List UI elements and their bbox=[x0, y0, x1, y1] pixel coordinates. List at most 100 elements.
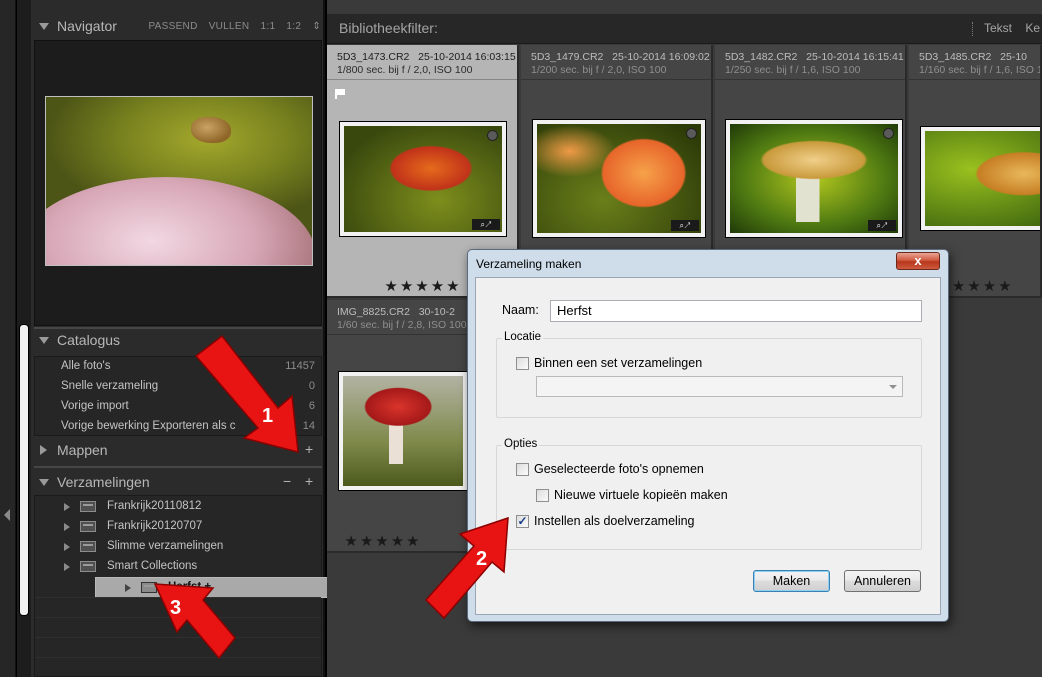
left-panel-scrollbar[interactable] bbox=[17, 0, 31, 677]
cell-filename-date: 5D3_1473.CR2 25-10-2014 16:03:15 bbox=[337, 51, 516, 63]
cancel-button[interactable]: Annuleren bbox=[844, 570, 921, 592]
filter-attribute-label: Ke bbox=[1025, 21, 1041, 35]
cell-exif: 1/250 sec. bij f / 1,6, ISO 100 bbox=[725, 64, 861, 76]
panel-divider bbox=[34, 466, 322, 468]
cell-filename-date: 5D3_1479.CR2 25-10-2014 16:09:02 bbox=[531, 51, 710, 63]
collection-name-input[interactable]: Herfst bbox=[550, 300, 922, 322]
navigator-preview-area bbox=[34, 40, 322, 326]
zoom-menu-icon[interactable]: ⇕ bbox=[312, 21, 321, 32]
library-filter-bar: Bibliotheekfilter: Tekst Ke bbox=[327, 14, 1042, 44]
remove-collection-minus-icon[interactable]: − bbox=[283, 473, 291, 489]
keyword-badge-icon: ⌕↗ bbox=[868, 220, 896, 231]
quick-collection-circle-icon[interactable] bbox=[487, 130, 498, 141]
expand-triangle-icon[interactable] bbox=[64, 523, 70, 531]
include-selected-label: Geselecteerde foto's opnemen bbox=[534, 462, 704, 476]
dialog-body: Naam: Herfst Locatie Binnen een set verz… bbox=[475, 277, 941, 615]
cell-filename-date: 5D3_1482.CR2 25-10-2014 16:15:41 bbox=[725, 51, 904, 63]
set-target-label: Instellen als doelverzameling bbox=[534, 514, 695, 528]
expand-triangle-icon[interactable] bbox=[125, 584, 131, 592]
cell-exif: 1/160 sec. bij f / 1,6, ISO 100 bbox=[919, 64, 1042, 76]
thumbnail-image[interactable]: ⌕↗ bbox=[533, 120, 705, 237]
keyword-badge-icon: ⌕↗ bbox=[472, 219, 500, 230]
cell-date: 30-10-2 bbox=[418, 306, 455, 318]
filter-text-tab[interactable]: Tekst Ke bbox=[984, 21, 1040, 35]
expand-triangle-icon[interactable] bbox=[64, 503, 70, 511]
cell-date: 25-10-2014 16:09:02 bbox=[612, 51, 710, 63]
thumbnail-image[interactable]: ⌕↗ bbox=[726, 120, 902, 237]
collection-set-smart-collections[interactable]: Smart Collections bbox=[35, 557, 321, 577]
filter-text-label: Tekst bbox=[984, 21, 1013, 35]
expand-triangle-icon[interactable] bbox=[39, 337, 49, 344]
cell-date: 25-10 bbox=[1000, 51, 1028, 63]
collections-title: Verzamelingen bbox=[57, 474, 150, 490]
annotation-number-1: 1 bbox=[262, 405, 274, 427]
filter-divider bbox=[972, 22, 974, 36]
zoom-fill-option[interactable]: VULLEN bbox=[209, 21, 250, 32]
expand-triangle-icon[interactable] bbox=[64, 543, 70, 551]
pick-flag-icon[interactable] bbox=[335, 89, 345, 99]
cell-filename: 5D3_1485.CR2 bbox=[919, 51, 992, 63]
collection-label: Slimme verzamelingen bbox=[107, 540, 224, 552]
in-set-label: Binnen een set verzamelingen bbox=[534, 356, 703, 370]
cell-filename-date: IMG_8825.CR2 30-10-2 bbox=[337, 306, 455, 318]
keyword-badge-icon: ⌕↗ bbox=[671, 220, 699, 231]
collapse-left-arrow-icon[interactable] bbox=[4, 509, 10, 521]
annotation-number-2: 2 bbox=[476, 548, 488, 570]
collapsed-triangle-icon[interactable] bbox=[40, 445, 47, 455]
zoom-1-2-option[interactable]: 1:2 bbox=[286, 21, 301, 32]
scrollbar-thumb[interactable] bbox=[20, 325, 28, 615]
annotation-number-3: 3 bbox=[170, 597, 182, 619]
collection-set-smart-nl[interactable]: Slimme verzamelingen bbox=[35, 537, 321, 557]
quick-collection-circle-icon[interactable] bbox=[883, 128, 894, 139]
annotation-arrow-1-icon bbox=[194, 334, 299, 453]
options-group-label: Opties bbox=[502, 438, 540, 450]
quick-collection-circle-icon[interactable] bbox=[686, 128, 697, 139]
cell-filename: 5D3_1473.CR2 bbox=[337, 51, 410, 63]
annotation-arrow-3-icon bbox=[153, 583, 236, 660]
virtual-copies-checkbox[interactable] bbox=[536, 489, 549, 502]
cell-date: 25-10-2014 16:15:41 bbox=[806, 51, 904, 63]
collection-set-icon bbox=[80, 541, 96, 552]
navigator-preview-image[interactable] bbox=[45, 96, 313, 266]
left-panel-toggle-strip[interactable] bbox=[0, 0, 16, 677]
cell-filename: 5D3_1479.CR2 bbox=[531, 51, 604, 63]
folders-title: Mappen bbox=[57, 442, 108, 458]
navigator-title: Navigator bbox=[57, 18, 117, 34]
thumbnail-image[interactable] bbox=[921, 127, 1040, 230]
collection-label: Frankrijk20120707 bbox=[107, 520, 203, 532]
add-collection-plus-icon[interactable]: + bbox=[305, 473, 313, 489]
create-button[interactable]: Maken bbox=[753, 570, 830, 592]
collection-set-frankrijk20110812[interactable]: Frankrijk20110812 bbox=[35, 497, 321, 517]
collections-header[interactable]: Verzamelingen − + bbox=[31, 470, 325, 496]
library-filter-title: Bibliotheekfilter: bbox=[339, 20, 438, 36]
thumbnail-image[interactable]: ⌕↗ bbox=[340, 122, 506, 236]
chevron-down-icon bbox=[889, 385, 897, 389]
catalog-item-label: Alle foto's bbox=[61, 360, 111, 372]
expand-triangle-icon[interactable] bbox=[64, 563, 70, 571]
collection-label: Frankrijk20110812 bbox=[107, 500, 202, 512]
expand-triangle-icon[interactable] bbox=[39, 23, 49, 30]
include-selected-checkbox[interactable] bbox=[516, 463, 529, 476]
navigator-zoom-options: PASSEND VULLEN 1:1 1:2 ⇕ bbox=[140, 21, 321, 32]
catalog-item-label: Vorige import bbox=[61, 400, 129, 412]
collection-label: Smart Collections bbox=[107, 560, 198, 572]
create-collection-dialog: Verzameling maken x Naam: Herfst Locatie… bbox=[467, 249, 949, 622]
zoom-fit-option[interactable]: PASSEND bbox=[148, 21, 197, 32]
cell-filename: 5D3_1482.CR2 bbox=[725, 51, 798, 63]
expand-triangle-icon[interactable] bbox=[39, 479, 49, 486]
cell-exif: 1/800 sec. bij f / 2,0, ISO 100 bbox=[337, 64, 473, 76]
close-icon[interactable]: x bbox=[896, 252, 940, 270]
zoom-1-1-option[interactable]: 1:1 bbox=[261, 21, 276, 32]
cell-exif: 1/60 sec. bij f / 2,8, ISO 100 bbox=[337, 319, 467, 331]
catalog-item-label: Snelle verzameling bbox=[61, 380, 159, 392]
in-set-checkbox[interactable] bbox=[516, 357, 529, 370]
collection-set-frankrijk20120707[interactable]: Frankrijk20120707 bbox=[35, 517, 321, 537]
thumbnail-image[interactable] bbox=[339, 372, 467, 490]
navigator-header[interactable]: Navigator PASSEND VULLEN 1:1 1:2 ⇕ bbox=[31, 14, 325, 40]
collection-set-icon bbox=[80, 501, 96, 512]
collection-set-icon bbox=[80, 521, 96, 532]
collection-set-icon bbox=[80, 561, 96, 572]
collection-set-select[interactable] bbox=[536, 376, 903, 397]
virtual-copies-label: Nieuwe virtuele kopieën maken bbox=[554, 488, 728, 502]
location-group-label: Locatie bbox=[502, 331, 544, 343]
